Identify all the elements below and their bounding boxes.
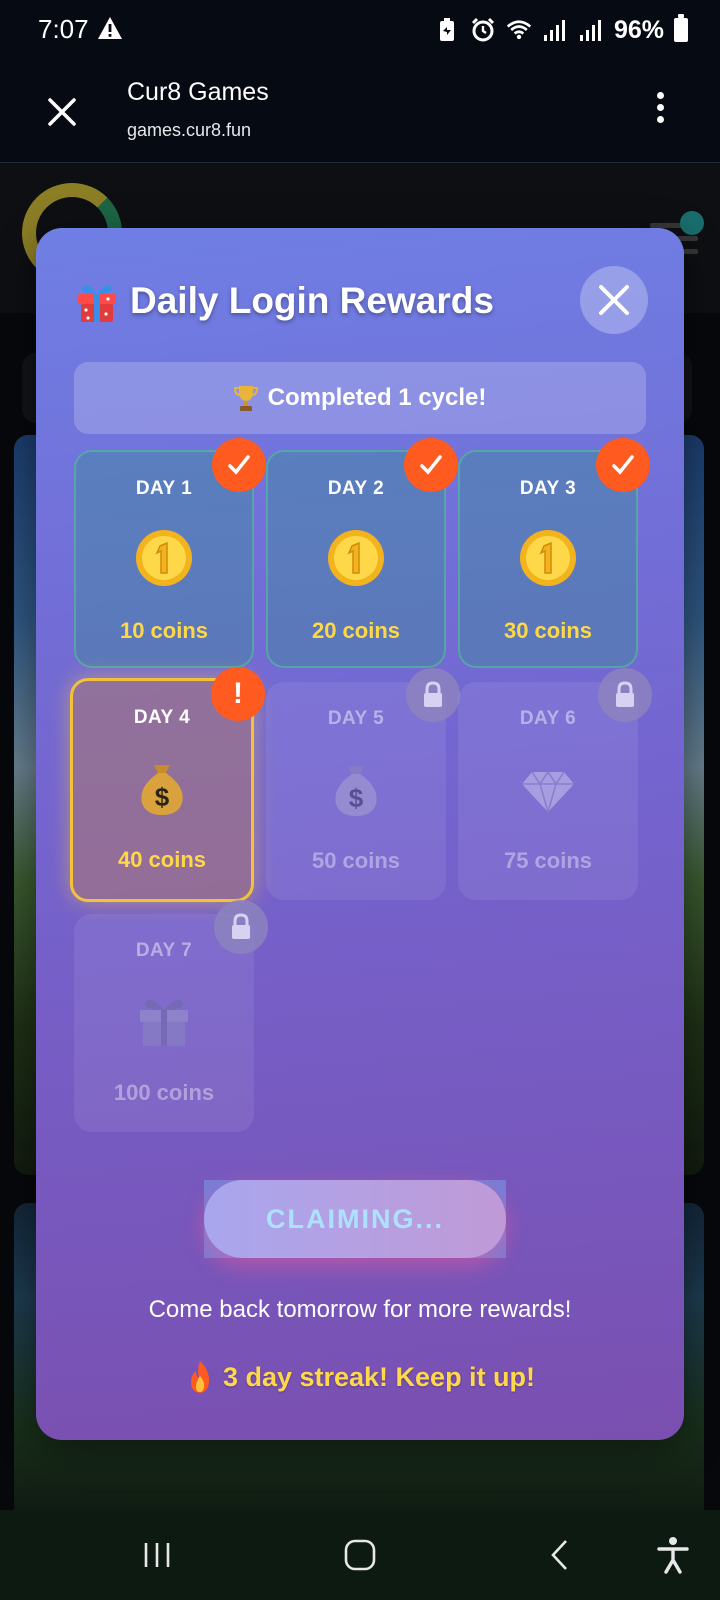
money-bag-icon: $	[335, 766, 377, 816]
day-amount: 40 coins	[117, 847, 207, 872]
lock-icon	[232, 913, 250, 939]
checkmark-icon	[228, 455, 250, 475]
day-amount: 100 coins	[113, 1080, 215, 1105]
cycle-banner-text: Completed 1 cycle!	[267, 384, 487, 411]
checkmark-icon	[612, 455, 634, 475]
signal-icon	[543, 20, 565, 41]
day-tile-4[interactable]: DAY 4 $ 40 coins !	[70, 667, 265, 902]
back-icon[interactable]	[538, 1532, 584, 1578]
claimed-badge	[596, 438, 650, 492]
accessibility-icon[interactable]	[650, 1532, 696, 1578]
trophy-icon	[233, 386, 258, 411]
svg-text:$: $	[349, 783, 364, 813]
status-time: 7:07	[38, 14, 89, 44]
gift-icon	[140, 999, 188, 1046]
battery-percent: 96%	[613, 15, 664, 44]
fire-icon	[190, 1361, 209, 1393]
coin-icon	[328, 530, 384, 586]
svg-text:$: $	[155, 782, 170, 812]
coin-icon	[520, 530, 576, 586]
page-title: Cur8 Games	[127, 78, 269, 106]
day-amount: 75 coins	[503, 848, 593, 873]
streak-text: 3 day streak! Keep it up!	[222, 1361, 536, 1392]
day-tile-2: DAY 2 20 coins	[266, 438, 458, 668]
day-tile-1: DAY 1 10 coins	[74, 438, 266, 668]
money-bag-icon: $	[141, 765, 183, 815]
recents-icon[interactable]	[134, 1532, 180, 1578]
more-vert-icon[interactable]	[650, 92, 670, 132]
modal-close-button[interactable]	[580, 266, 648, 334]
streak-message: 3 day streak! Keep it up!	[36, 1360, 684, 1394]
claim-available-badge: !	[211, 667, 265, 721]
status-icons: 96%	[434, 14, 688, 46]
day-tile-6: DAY 6 75 coins	[458, 668, 652, 900]
locked-badge	[598, 668, 652, 722]
browser-toolbar: Cur8 Games games.cur8.fun	[0, 62, 720, 163]
come-back-message: Come back tomorrow for more rewards!	[148, 1296, 572, 1323]
home-icon[interactable]	[337, 1532, 383, 1578]
wifi-icon	[506, 20, 532, 40]
status-bar: 7:07 96%	[0, 0, 720, 62]
close-icon[interactable]	[40, 90, 84, 134]
cycle-banner: Completed 1 cycle!	[74, 362, 646, 434]
modal-title-text: Daily Login Rewards	[130, 280, 494, 321]
day-amount: 10 coins	[119, 618, 209, 643]
lock-icon	[616, 681, 634, 707]
day-amount: 50 coins	[311, 848, 401, 873]
signal-icon	[579, 20, 601, 41]
close-icon	[599, 285, 629, 315]
checkmark-icon	[420, 455, 442, 475]
battery-saver-icon	[439, 18, 454, 41]
locked-badge	[214, 900, 268, 954]
gift-icon	[78, 285, 116, 322]
day-amount: 30 coins	[503, 618, 593, 643]
page-url: games.cur8.fun	[127, 120, 252, 140]
claimed-badge	[212, 438, 266, 492]
modal-title: Daily Login Rewards	[74, 276, 494, 326]
day-amount: 20 coins	[311, 618, 401, 643]
coin-icon	[136, 530, 192, 586]
warning-icon	[98, 17, 122, 39]
locked-badge	[406, 668, 460, 722]
day-tile-7: DAY 7 100 coins	[74, 900, 268, 1132]
system-navigation-bar	[0, 1510, 720, 1600]
lock-icon	[424, 681, 442, 707]
daily-rewards-modal: Daily Login Rewards Completed 1 cycle! D…	[36, 228, 684, 1440]
day-tile-3: DAY 3 30 coins	[458, 438, 650, 668]
battery-icon	[674, 14, 688, 42]
claim-button[interactable]: CLAIMING...	[204, 1180, 506, 1258]
claimed-badge	[404, 438, 458, 492]
day-tile-5: DAY 5 $ 50 coins	[266, 668, 460, 900]
alarm-icon	[471, 17, 495, 42]
diamond-icon	[522, 770, 574, 815]
